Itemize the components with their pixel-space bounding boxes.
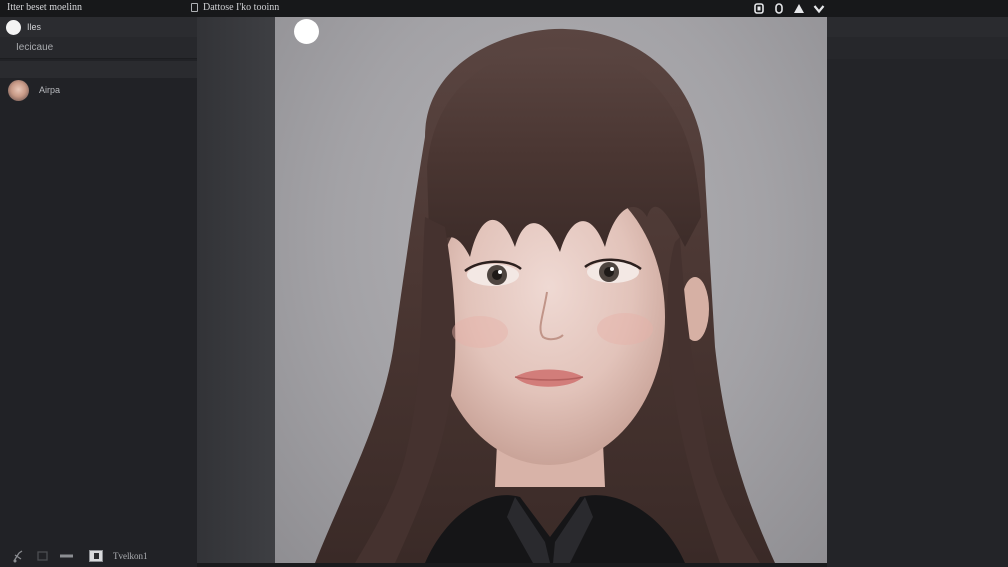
- thumbnail-icon[interactable]: [89, 550, 103, 562]
- document-title: Dattose I'ko tooinn: [191, 2, 279, 13]
- square-icon[interactable]: [35, 549, 49, 563]
- contact-name: Airpa: [39, 85, 61, 95]
- right-panel: [827, 17, 1008, 567]
- sidebar-header: Iles: [0, 17, 197, 37]
- image-viewer: [197, 17, 827, 563]
- status-dot-icon[interactable]: [6, 19, 21, 35]
- portrait-image: [275, 17, 827, 563]
- info-icon[interactable]: [773, 2, 785, 15]
- sidebar-section-tab[interactable]: Iecicaue: [0, 37, 197, 59]
- contact-item[interactable]: Airpa: [8, 79, 188, 101]
- sidebar-divider: [0, 61, 197, 78]
- brush-icon[interactable]: [11, 549, 25, 563]
- canvas-margin: [197, 17, 275, 563]
- right-panel-subheader: [827, 37, 1008, 59]
- minus-icon[interactable]: [59, 549, 73, 563]
- sidebar: Iles Iecicaue Airpa Tvelkon1: [0, 17, 197, 567]
- sidebar-header-label: Iles: [27, 22, 42, 32]
- app-title: Itter beset moelinn: [7, 2, 82, 13]
- title-bar: Itter beset moelinn Dattose I'ko tooinn: [0, 0, 1008, 17]
- window-controls: [753, 1, 825, 16]
- right-panel-header: [827, 17, 1008, 37]
- copy-icon[interactable]: [753, 2, 765, 15]
- file-icon: [191, 3, 198, 12]
- chevron-down-icon[interactable]: [813, 2, 825, 15]
- warning-icon[interactable]: [793, 2, 805, 15]
- avatar: [8, 79, 29, 101]
- cursor-marker-icon[interactable]: [294, 19, 319, 44]
- status-strip: [197, 563, 827, 567]
- sidebar-footer: Tvelkon1: [0, 545, 197, 567]
- document-title-text: Dattose I'ko tooinn: [203, 2, 280, 13]
- footer-label: Tvelkon1: [113, 551, 148, 561]
